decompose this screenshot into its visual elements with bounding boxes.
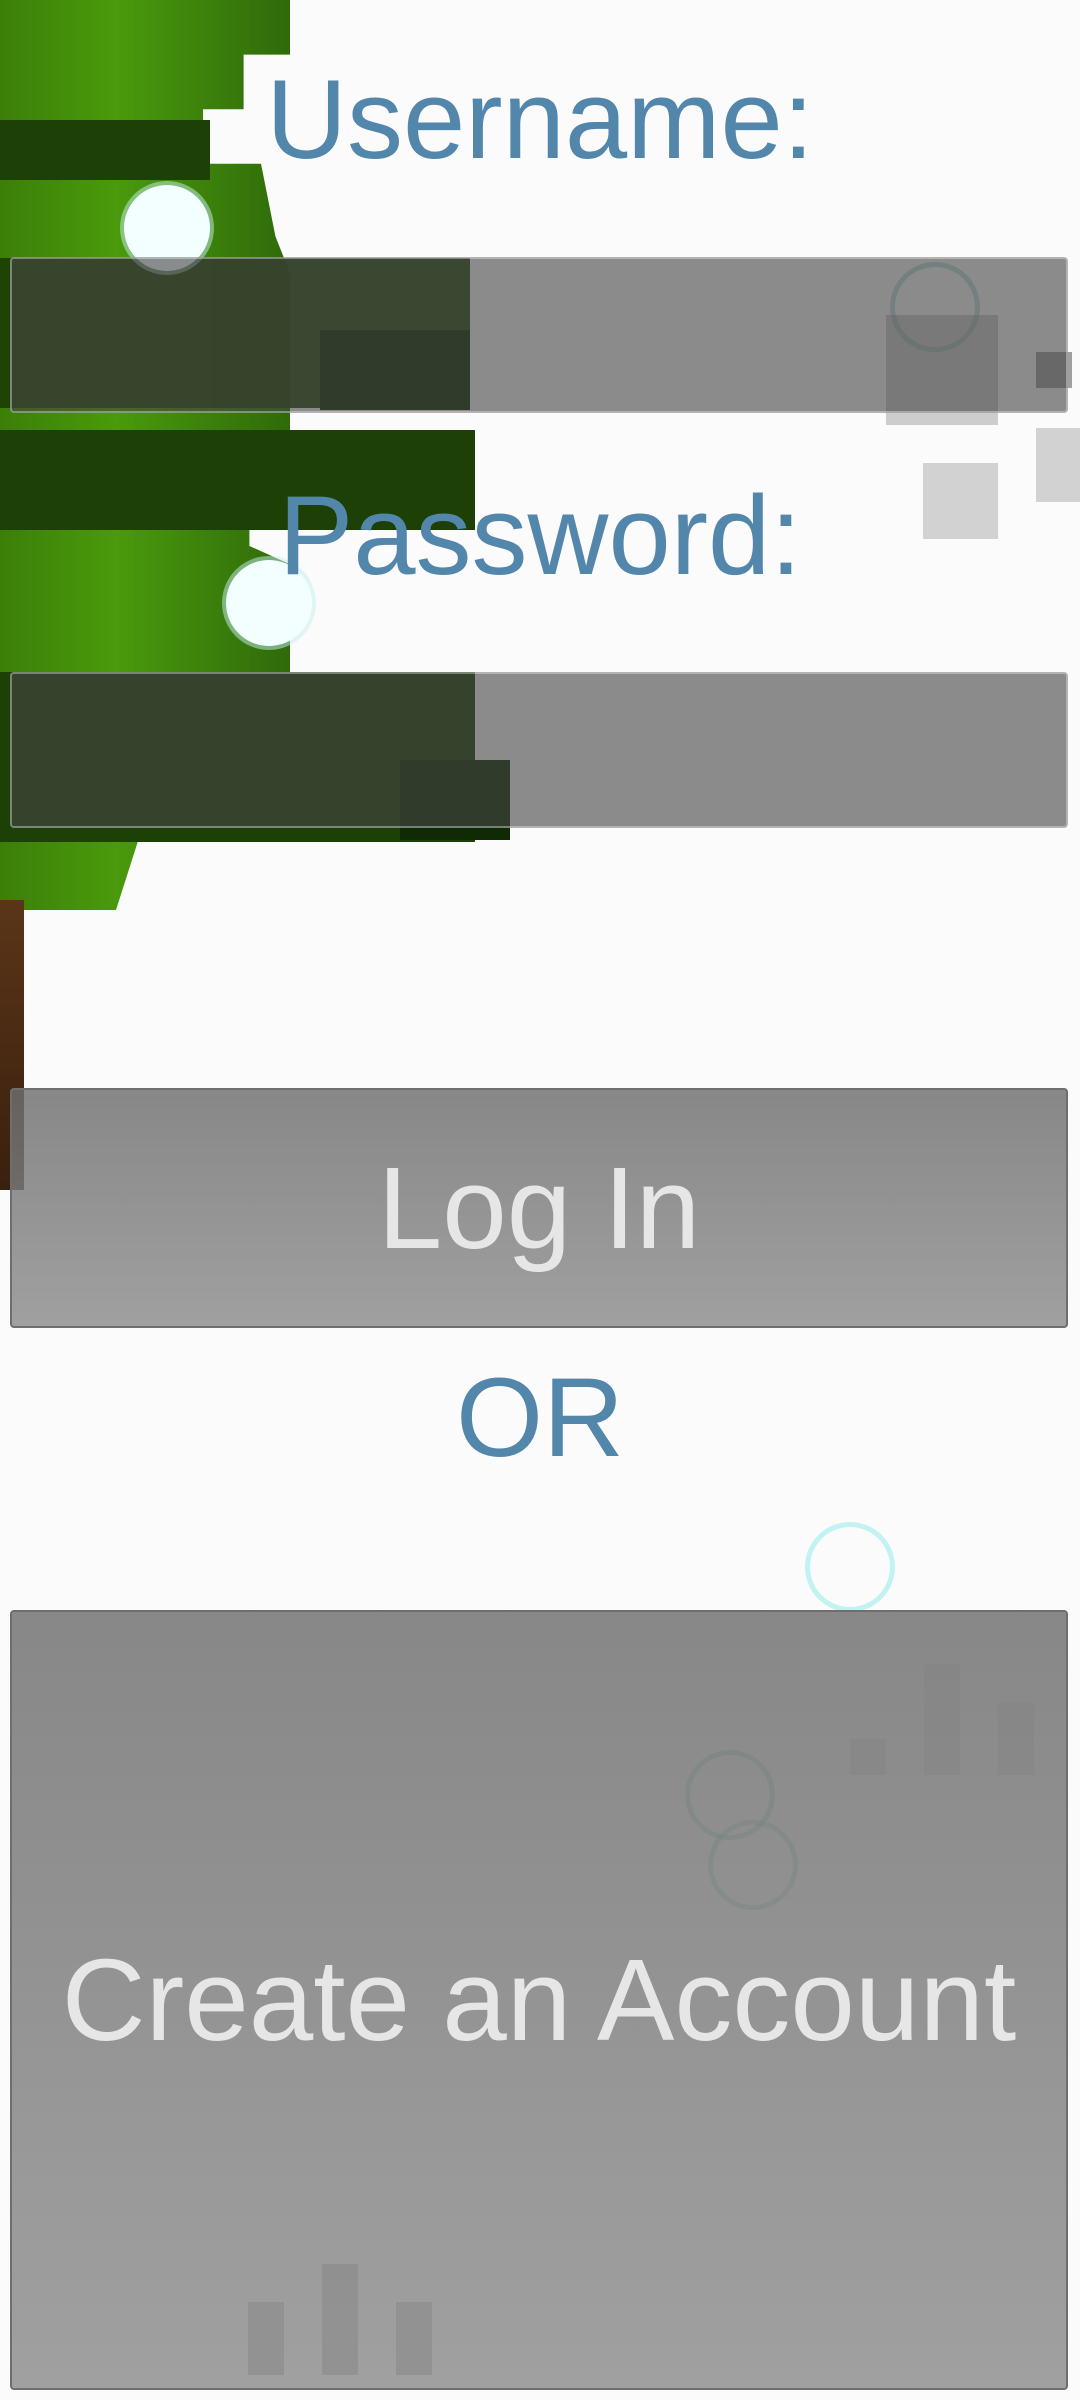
or-separator: OR — [456, 1355, 624, 1480]
username-input[interactable] — [10, 257, 1068, 413]
ring-icon — [805, 1522, 895, 1612]
password-label: Password: — [278, 473, 802, 598]
pixel-block — [322, 2264, 358, 2375]
pixel-block — [248, 2302, 284, 2375]
create-account-button-label: Create an Account — [61, 1935, 1017, 2065]
log-in-button-label: Log In — [377, 1143, 701, 1273]
username-label: Username: — [266, 57, 814, 182]
pixel-block — [396, 2302, 432, 2375]
create-account-button[interactable]: Create an Account — [10, 1610, 1068, 2390]
pixel-block — [924, 1664, 960, 1775]
log-in-button[interactable]: Log In — [10, 1088, 1068, 1328]
login-screen: Username: Password: Log In OR Create an … — [0, 0, 1080, 2400]
password-input[interactable] — [10, 672, 1068, 828]
pixel-block — [998, 1702, 1034, 1775]
pixel-block — [850, 1739, 886, 1775]
